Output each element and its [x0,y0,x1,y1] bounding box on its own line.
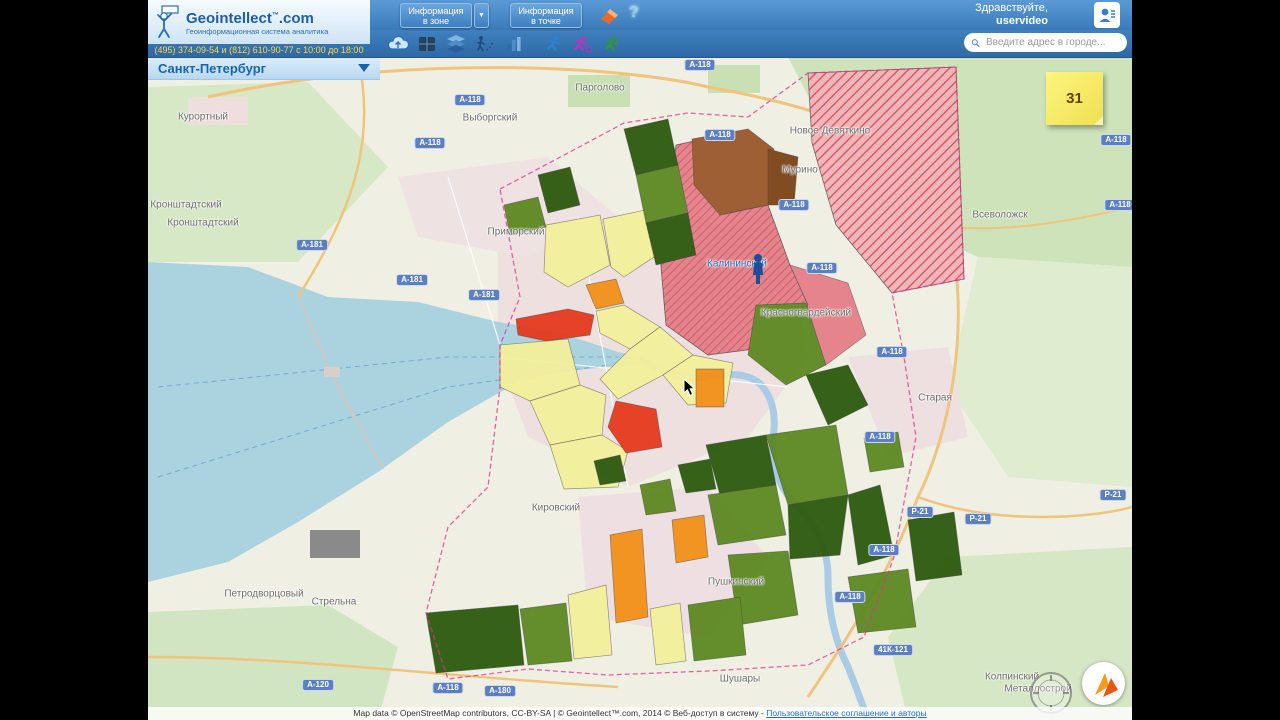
attribution-text: Map data © OpenStreetMap contributors, C… [353,708,767,718]
sticky-note[interactable]: 31 [1046,72,1103,125]
brand-title: Geointellect™.com [186,10,314,27]
district-zone[interactable] [649,602,687,666]
map-attribution: Map data © OpenStreetMap contributors, C… [148,707,1132,720]
layers-icon[interactable] [444,33,468,55]
info-at-point-label1: Информация [518,5,574,16]
runner-green-icon[interactable] [599,33,623,55]
info-at-point-button[interactable]: Информация в точке [510,3,582,28]
search-input[interactable] [984,36,1120,49]
point-marker [750,253,766,290]
phone-numbers: (495) 374-09-54 и (812) 610-90-77 с 10:0… [154,45,364,55]
district-zone[interactable] [567,584,613,660]
map-container[interactable]: Парголово Выборгский Новое Девяткино Мурино… [148,57,1132,720]
district-zone[interactable] [695,368,725,408]
user-greeting: Здравствуйте, uservideo [975,2,1048,28]
info-in-zone-dropdown[interactable]: ▼ [474,3,489,28]
username: uservideo [996,15,1048,27]
map-canvas[interactable] [148,57,1132,720]
info-in-zone-button[interactable]: Информация в зоне [400,3,472,28]
stats-icon[interactable] [502,33,526,55]
industrial-area [310,530,360,558]
help-icon[interactable]: ? [629,4,639,22]
runner-magenta-icon[interactable] [570,33,594,55]
urban-area [188,97,248,125]
user-icon[interactable] [1094,2,1120,28]
city-name: Санкт-Петербург [158,60,267,76]
district-zone[interactable] [519,602,573,666]
district-zone[interactable] [707,484,787,546]
district-zone[interactable] [907,511,963,582]
mouse-cursor [683,377,697,403]
city-selector[interactable]: Санкт-Петербург [148,57,380,80]
district-zone[interactable] [639,478,677,516]
forest-patch [568,75,630,107]
info-in-zone-label2: в зоне [422,15,450,26]
district-zone[interactable] [863,431,905,473]
logo[interactable]: Geointellect™.com Геоинформационная сист… [148,0,370,44]
upload-cloud-icon[interactable] [386,33,410,55]
logo-figure-icon [157,5,179,38]
terms-link[interactable]: Пользовательское соглашение и авторы [766,708,926,718]
district-zone[interactable] [767,148,799,206]
address-search [964,33,1127,52]
map-toolbar [386,32,623,55]
chevron-down-icon: ▼ [478,11,485,19]
district-zone[interactable] [609,528,649,624]
app-window: Парголово Выборгский Новое Девяткино Мурино… [0,0,1280,720]
chevron-down-icon [358,64,370,72]
greeting-line: Здравствуйте, [975,2,1048,14]
basemap-icon[interactable] [415,33,439,55]
district-zone[interactable] [787,494,849,560]
district-zone[interactable] [687,596,747,662]
geointellect-mini-icon[interactable] [1082,662,1125,705]
search-icon [971,38,980,47]
district-zone[interactable] [847,568,917,634]
eraser-icon[interactable] [598,5,620,25]
walk-route-icon[interactable] [473,33,497,55]
district-zone[interactable] [425,604,525,674]
info-in-zone-label1: Информация [408,5,464,16]
brand-subtitle: Геоинформационная система аналитика [186,27,329,36]
runner-blue-icon[interactable] [541,33,565,55]
info-at-point-label2: в точке [531,15,561,26]
kronstadt-island [324,367,340,377]
app-content: Парголово Выборгский Новое Девяткино Мурино… [148,0,1132,720]
note-value: 31 [1066,90,1083,107]
district-zone[interactable] [671,514,709,564]
